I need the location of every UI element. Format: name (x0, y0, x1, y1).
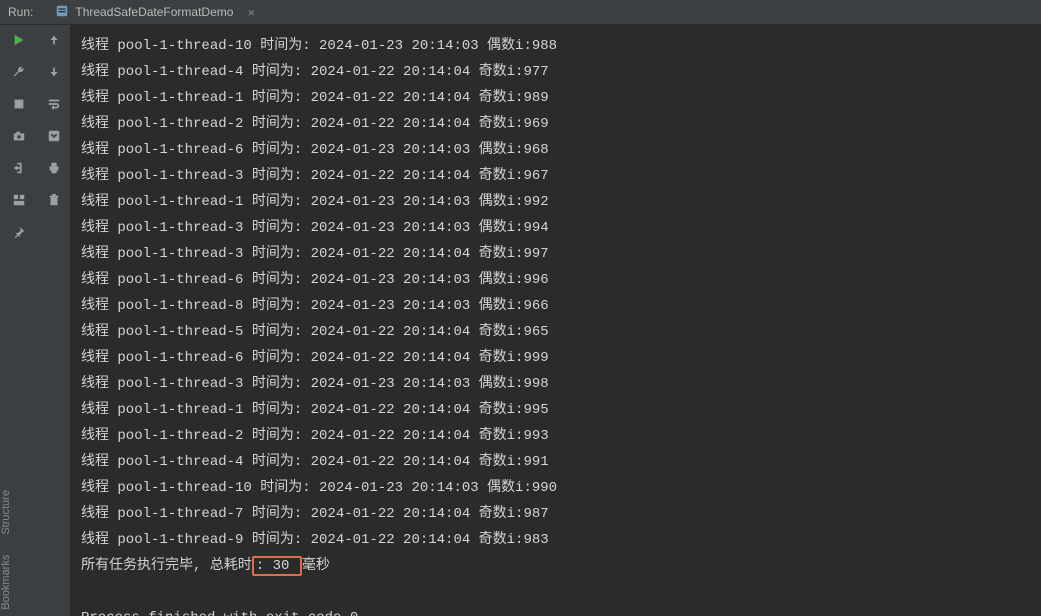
console-line: 线程 pool-1-thread-6 时间为: 2024-01-23 20:14… (81, 267, 1041, 293)
close-icon[interactable]: × (247, 5, 255, 20)
console-line: 线程 pool-1-thread-1 时间为: 2024-01-22 20:14… (81, 397, 1041, 423)
rerun-icon[interactable] (10, 31, 28, 49)
wrap-icon[interactable] (45, 95, 63, 113)
console-line: 线程 pool-1-thread-10 时间为: 2024-01-23 20:1… (81, 475, 1041, 501)
console-line: 线程 pool-1-thread-4 时间为: 2024-01-22 20:14… (81, 59, 1041, 85)
bookmarks-tab[interactable]: Bookmarks (0, 555, 20, 610)
run-gutter-inner (38, 25, 71, 616)
left-sidebar-tabs: Bookmarks Structure (0, 484, 20, 616)
console-line: 线程 pool-1-thread-3 时间为: 2024-01-23 20:14… (81, 215, 1041, 241)
exit-icon[interactable] (10, 159, 28, 177)
console-line: 线程 pool-1-thread-8 时间为: 2024-01-23 20:14… (81, 293, 1041, 319)
console-line: 线程 pool-1-thread-2 时间为: 2024-01-22 20:14… (81, 423, 1041, 449)
run-label: Run: (8, 5, 33, 19)
print-icon[interactable] (45, 159, 63, 177)
run-tool-header: Run: ThreadSafeDateFormatDemo × (0, 0, 1041, 25)
pin-icon[interactable] (10, 223, 28, 241)
wrench-icon[interactable] (10, 63, 28, 81)
structure-tab[interactable]: Structure (0, 490, 20, 535)
console-line: 线程 pool-1-thread-4 时间为: 2024-01-22 20:14… (81, 449, 1041, 475)
layout-icon[interactable] (10, 191, 28, 209)
console-output[interactable]: 线程 pool-1-thread-10 时间为: 2024-01-23 20:1… (71, 25, 1041, 616)
console-line: 线程 pool-1-thread-7 时间为: 2024-01-22 20:14… (81, 501, 1041, 527)
console-line: 线程 pool-1-thread-5 时间为: 2024-01-22 20:14… (81, 319, 1041, 345)
run-tab[interactable]: ThreadSafeDateFormatDemo × (45, 0, 265, 24)
console-line: 线程 pool-1-thread-6 时间为: 2024-01-22 20:14… (81, 345, 1041, 371)
tab-title: ThreadSafeDateFormatDemo (75, 5, 233, 19)
exit-line: Process finished with exit code 0 (81, 605, 1041, 616)
console-line: 线程 pool-1-thread-2 时间为: 2024-01-22 20:14… (81, 111, 1041, 137)
console-line: 线程 pool-1-thread-6 时间为: 2024-01-23 20:14… (81, 137, 1041, 163)
trash-icon[interactable] (45, 191, 63, 209)
console-line: 线程 pool-1-thread-3 时间为: 2024-01-22 20:14… (81, 163, 1041, 189)
file-icon (55, 4, 69, 21)
down-arrow-icon[interactable] (45, 63, 63, 81)
console-line: 线程 pool-1-thread-9 时间为: 2024-01-22 20:14… (81, 527, 1041, 553)
console-line: 线程 pool-1-thread-1 时间为: 2024-01-23 20:14… (81, 189, 1041, 215)
up-arrow-icon[interactable] (45, 31, 63, 49)
camera-icon[interactable] (10, 127, 28, 145)
summary-line: 所有任务执行完毕, 总耗时: 30 毫秒 (81, 553, 1041, 579)
scroll-to-end-icon[interactable] (45, 127, 63, 145)
console-line: 线程 pool-1-thread-10 时间为: 2024-01-23 20:1… (81, 33, 1041, 59)
console-line: 线程 pool-1-thread-3 时间为: 2024-01-23 20:14… (81, 371, 1041, 397)
console-line: 线程 pool-1-thread-1 时间为: 2024-01-22 20:14… (81, 85, 1041, 111)
stop-icon[interactable] (10, 95, 28, 113)
console-line: 线程 pool-1-thread-3 时间为: 2024-01-22 20:14… (81, 241, 1041, 267)
